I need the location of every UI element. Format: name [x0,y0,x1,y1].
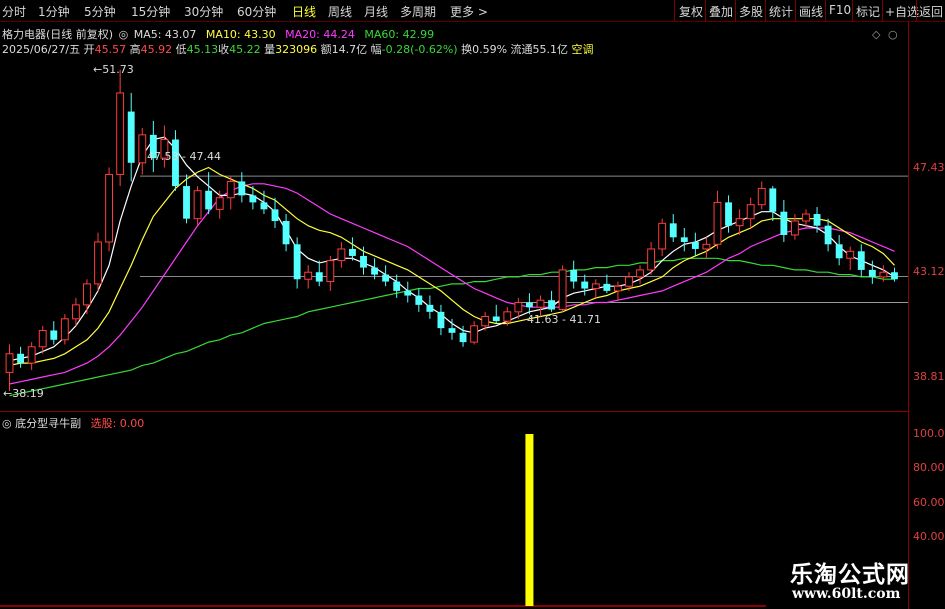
candle-body-up [60,318,69,341]
candle-body-up [27,346,36,364]
candle-body-down [349,248,356,256]
candle-body-down [581,281,589,289]
candle-body-down [282,221,290,245]
candle-body-up [116,92,125,175]
candle-body-down [437,311,445,329]
range-annotation-1: 47.53 - 47.44 [147,150,221,163]
candle-body-up [647,248,656,271]
candle-body-down [526,302,533,308]
candle-body-up [5,353,14,373]
peak-annotation: ←51.73 [93,63,134,76]
candle-body-up [613,285,622,292]
indicator-legend: ◎ 底分型寻牛副 选股: 0.00 [2,415,144,431]
candle-body-down [393,281,401,291]
candle-body-down [382,274,390,282]
candle-body-up [636,269,644,278]
candle-body-up [625,276,633,287]
candle-body-up [514,302,523,313]
candle-body-down [315,272,323,282]
candle-body-down [360,255,367,268]
candle-body-down [868,269,876,277]
candle-body-down [260,202,268,210]
candle-body-down [426,304,434,312]
candle-body-up [226,180,235,199]
candle-body-down [371,267,378,275]
watermark-url: www.60lt.com [792,586,901,602]
candle-body-down [857,251,865,270]
candle-body-up [503,311,512,322]
candle-body-up [591,283,600,290]
candle-body-down [271,209,279,222]
candle-body-down [293,244,301,280]
candle-body-up [790,220,799,236]
candle-body-down [835,244,843,259]
panel-divider [0,411,908,412]
indicator-name[interactable]: 底分型寻牛副 [15,417,81,430]
candle-body-up [746,204,755,220]
candle-body-up [735,218,744,227]
candle-body-down [50,330,58,340]
candle-body-down [415,295,423,305]
candle-body-up [802,213,810,222]
candle-body-down [603,283,611,291]
stock-chart-app: 分时 1分钟 5分钟 15分钟 30分钟 60分钟 日线 周线 月线 多周期 更… [0,0,945,609]
range-annotation-2: 41.63 - 41.71 [527,313,601,326]
candle-body-up [846,250,855,259]
candle-body-down [205,190,213,210]
candle-body-up [326,260,335,283]
candle-body-up [702,243,711,250]
candle-body-down [824,225,832,245]
candle-body-up [558,269,567,311]
candle-body-up [38,329,47,348]
candle-body-up [193,190,202,220]
candle-body-up [713,201,722,245]
candle-body-down [680,237,688,242]
candle-body-down [448,328,456,333]
candle-body-down [249,195,257,203]
candle-body-down [669,223,677,238]
indicator-settings-icon[interactable]: ◎ [2,417,12,430]
candle-body-up [71,304,80,320]
candle-body-down [492,316,500,322]
candle-body-down [691,241,699,249]
candle-body-down [769,188,777,212]
candle-body-down [17,353,25,364]
candle-body-down [459,332,467,343]
candle-body-down [238,181,246,196]
candlestick-chart[interactable] [0,0,945,609]
candle-body-up [83,283,91,306]
candle-body-up [304,271,313,280]
watermark-logo-text: 乐淘公式网 [790,561,910,588]
candle-body-down [548,300,555,310]
candle-body-up [470,325,479,343]
candle-body-down [127,111,135,163]
candle-body-down [570,269,578,282]
candle-body-up [105,173,114,243]
candle-body-up [481,315,490,327]
candle-body-up [138,134,147,164]
candle-body-up [94,241,102,285]
candle-body-down [183,186,190,219]
low-price: 38.19 [12,387,44,400]
candle-body-down [813,214,821,226]
candle-body-up [658,222,667,250]
candle-body-up [215,197,224,210]
candle-body-up [879,271,888,278]
candle-body-down [780,211,788,235]
candle-body-down [891,272,898,280]
signal-bar [525,434,534,606]
peak-price: 51.73 [102,63,134,76]
candle-body-down [404,290,412,296]
candle-body-up [337,248,346,262]
low-annotation: ←38.19 [3,387,44,400]
indicator-value: 选股: 0.00 [90,417,145,430]
candle-body-up [757,187,766,206]
candle-body-down [725,202,732,226]
candle-body-up [536,299,545,308]
